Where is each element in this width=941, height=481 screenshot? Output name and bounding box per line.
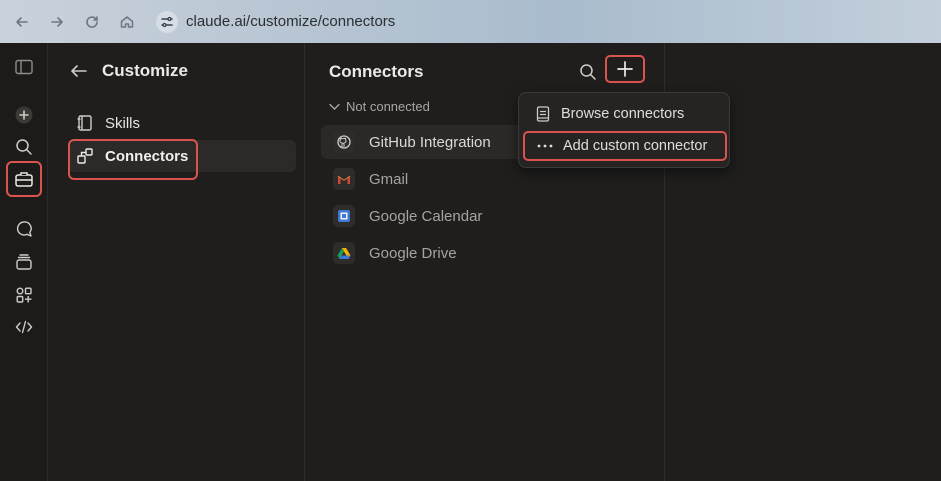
book-icon bbox=[535, 106, 551, 122]
browser-toolbar: claude.ai/customize/connectors bbox=[0, 0, 941, 43]
google-drive-icon bbox=[333, 242, 355, 264]
connector-label: Gmail bbox=[369, 170, 409, 188]
customize-header: Customize bbox=[70, 61, 188, 81]
forward-arrow-icon[interactable] bbox=[45, 10, 69, 34]
connectors-title: Connectors bbox=[329, 62, 424, 81]
dropdown-item-label: Browse connectors bbox=[561, 106, 685, 122]
site-settings-icon[interactable] bbox=[156, 10, 178, 33]
section-not-connected[interactable]: Not connected bbox=[329, 99, 430, 114]
add-connector-dropdown: Browse connectors Add custom connector bbox=[518, 92, 730, 168]
address-bar[interactable]: claude.ai/customize/connectors bbox=[156, 10, 395, 33]
code-icon[interactable] bbox=[12, 315, 36, 339]
more-dots-icon bbox=[537, 138, 553, 154]
connector-label: Google Calendar bbox=[369, 207, 483, 225]
search-icon[interactable] bbox=[12, 135, 36, 159]
page-title: Customize bbox=[102, 61, 188, 80]
connector-label: Google Drive bbox=[369, 244, 457, 262]
menu-item-label: Skills bbox=[105, 114, 141, 132]
gmail-icon bbox=[333, 168, 355, 190]
back-arrow-icon[interactable] bbox=[10, 10, 34, 34]
customize-panel: Customize Skills Connectors bbox=[48, 43, 305, 481]
connector-row-google-drive[interactable]: Google Drive bbox=[321, 236, 651, 270]
section-label: Not connected bbox=[346, 99, 430, 114]
projects-icon[interactable] bbox=[12, 250, 36, 274]
browse-connectors-item[interactable]: Browse connectors bbox=[523, 99, 727, 129]
connectors-highlight bbox=[68, 139, 198, 180]
connector-label: GitHub Integration bbox=[369, 133, 491, 151]
chats-icon[interactable] bbox=[12, 217, 36, 241]
chevron-down-icon bbox=[329, 103, 340, 111]
menu-item-skills[interactable]: Skills bbox=[68, 107, 296, 139]
new-chat-icon[interactable] bbox=[12, 103, 36, 127]
url-text[interactable]: claude.ai/customize/connectors bbox=[186, 13, 395, 30]
dropdown-item-label: Add custom connector bbox=[563, 138, 708, 154]
sidebar-toggle-icon[interactable] bbox=[12, 55, 36, 79]
github-icon bbox=[333, 131, 355, 153]
reload-icon[interactable] bbox=[80, 10, 104, 34]
back-arrow-icon[interactable] bbox=[70, 64, 88, 78]
add-custom-connector-item[interactable]: Add custom connector bbox=[523, 131, 727, 161]
plus-icon bbox=[616, 60, 634, 78]
skills-icon bbox=[76, 114, 94, 132]
google-calendar-icon bbox=[333, 205, 355, 227]
add-connector-button[interactable] bbox=[605, 55, 645, 83]
connector-row-google-calendar[interactable]: Google Calendar bbox=[321, 199, 651, 233]
customize-briefcase-icon[interactable] bbox=[6, 161, 42, 197]
search-icon[interactable] bbox=[577, 61, 599, 83]
artifacts-icon[interactable] bbox=[12, 283, 36, 307]
icon-rail bbox=[0, 43, 48, 481]
home-icon[interactable] bbox=[115, 10, 139, 34]
